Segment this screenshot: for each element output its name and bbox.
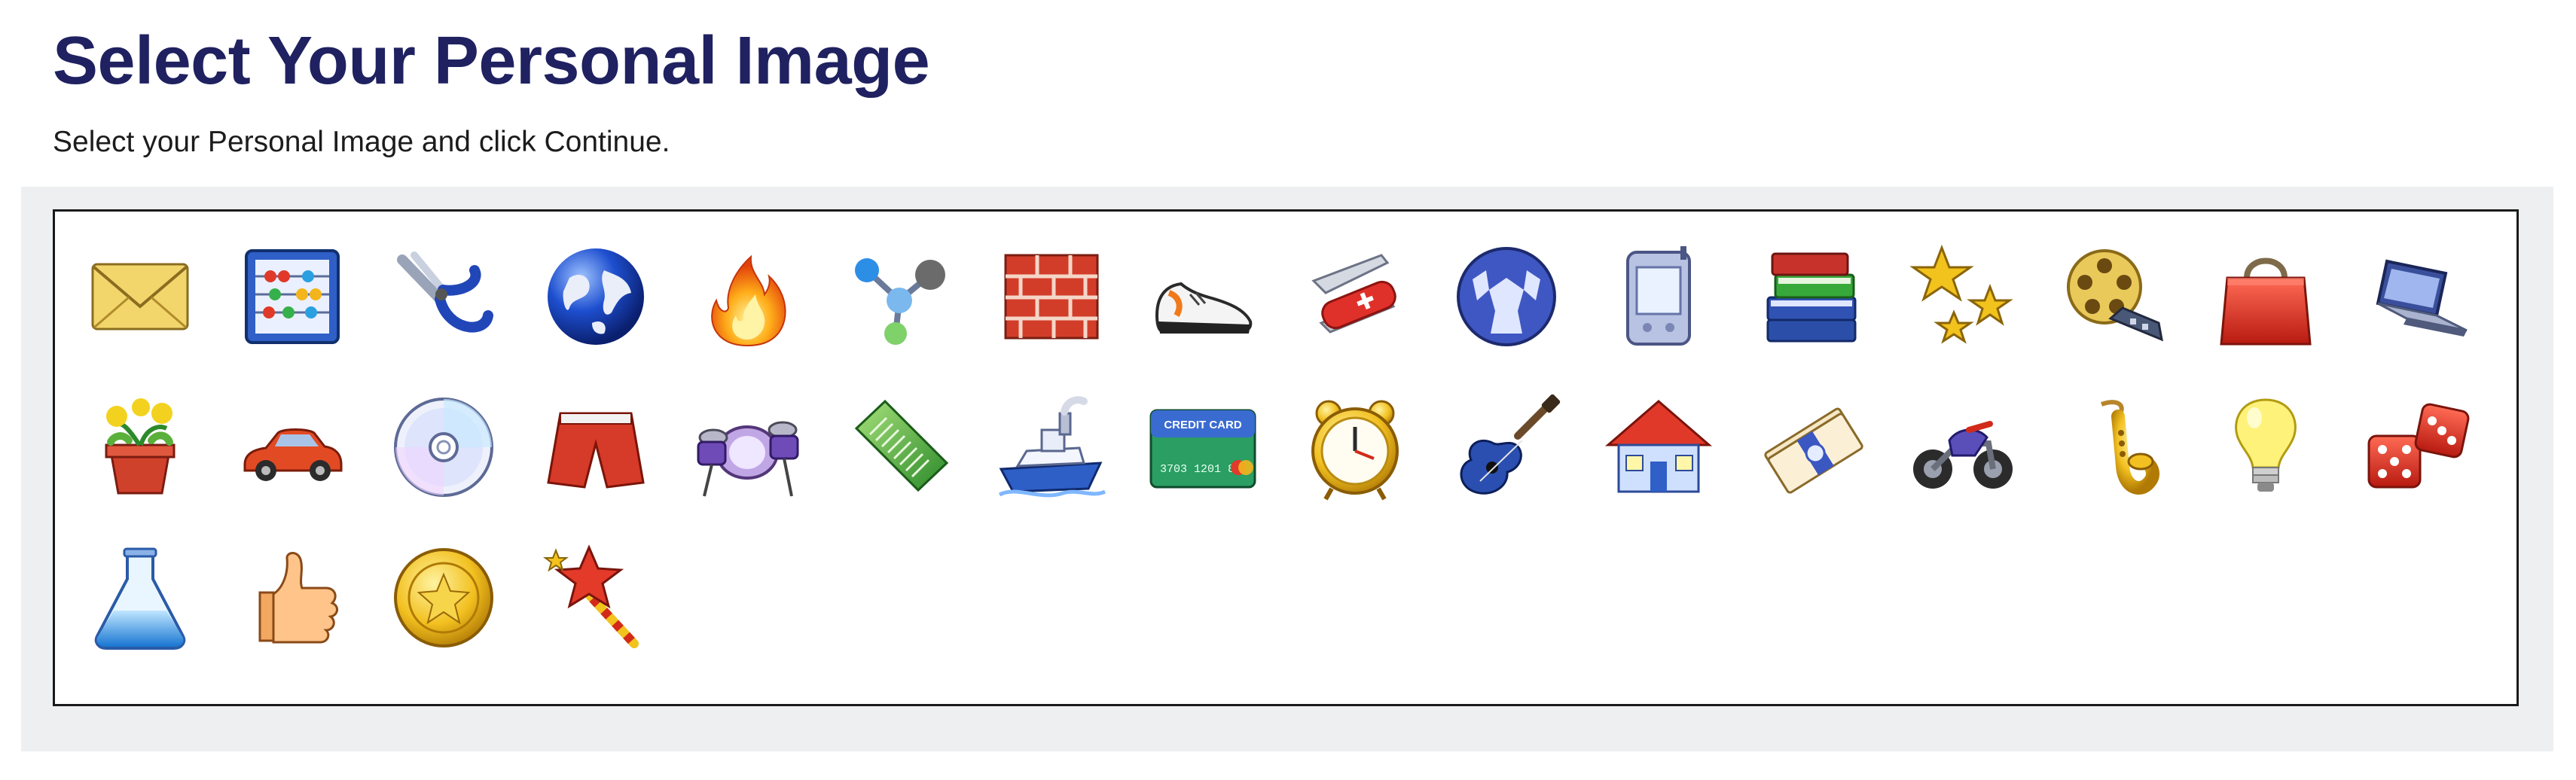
- personal-image-option-flower-pot[interactable]: [84, 391, 197, 504]
- personal-image-option-motorcycle[interactable]: [1906, 391, 2019, 504]
- instructions-text: Select your Personal Image and click Con…: [53, 126, 670, 158]
- personal-image-option-pliers[interactable]: [387, 240, 500, 353]
- house-icon: [1604, 400, 1713, 493]
- envelope-icon: [91, 263, 189, 331]
- personal-image-option-light-bulb[interactable]: [2209, 391, 2322, 504]
- globe-icon: [547, 248, 644, 345]
- personal-image-option-saxophone[interactable]: [2058, 391, 2171, 504]
- personal-image-option-books[interactable]: [1754, 240, 1867, 353]
- guitar-icon: [1460, 394, 1561, 495]
- personal-image-option-pocket-knife[interactable]: [1299, 240, 1412, 353]
- personal-image-option-thumbs-up[interactable]: [236, 541, 349, 654]
- personal-image-option-money[interactable]: [1754, 391, 1867, 504]
- abacus-icon: [244, 249, 340, 344]
- flower-pot-icon: [105, 398, 175, 495]
- dice-icon: [2367, 403, 2470, 489]
- credit-card-title-text: CREDIT CARD: [1164, 419, 1242, 431]
- personal-image-option-credit-card[interactable]: CREDIT CARD 3703 1201 8: [1146, 391, 1259, 504]
- thumbs-up-icon: [258, 552, 338, 644]
- light-bulb-icon: [2235, 398, 2297, 492]
- sneaker-icon: [1155, 282, 1253, 334]
- personal-image-option-drum-kit[interactable]: [691, 391, 804, 504]
- comb-icon: [854, 399, 949, 492]
- personal-image-grid: CREDIT CARD 3703 1201 8: [53, 209, 2519, 706]
- flask-icon: [94, 547, 186, 650]
- money-icon: [1764, 407, 1863, 494]
- film-reel-icon: [2066, 249, 2163, 342]
- personal-image-option-laptop[interactable]: [2361, 240, 2474, 353]
- credit-card-icon: CREDIT CARD 3703 1201 8: [1149, 409, 1256, 489]
- page-title: Select Your Personal Image: [53, 23, 930, 99]
- personal-image-option-gold-coin[interactable]: [387, 541, 500, 654]
- shorts-icon: [547, 412, 645, 489]
- ship-icon: [998, 396, 1106, 498]
- car-icon: [243, 428, 343, 481]
- pocket-knife-icon: [1311, 254, 1396, 334]
- personal-image-option-fire[interactable]: [691, 240, 804, 353]
- pda-icon: [1626, 246, 1691, 346]
- personal-image-option-alarm-clock[interactable]: [1299, 391, 1412, 504]
- personal-image-option-guitar[interactable]: [1450, 391, 1563, 504]
- personal-image-option-shopping-bag[interactable]: [2209, 240, 2322, 353]
- personal-image-option-film-reel[interactable]: [2058, 240, 2171, 353]
- magic-wand-icon: [542, 544, 639, 648]
- personal-image-option-globe[interactable]: [539, 240, 652, 353]
- personal-image-option-ship[interactable]: [995, 391, 1108, 504]
- personal-image-option-abacus[interactable]: [236, 240, 349, 353]
- laptop-icon: [2376, 259, 2468, 337]
- personal-image-option-magic-wand[interactable]: [539, 541, 652, 654]
- motorcycle-icon: [1913, 421, 2013, 489]
- personal-image-option-molecule[interactable]: [843, 240, 956, 353]
- shopping-bag-icon: [2220, 257, 2312, 346]
- molecule-icon: [855, 258, 945, 345]
- credit-card-number-text: 3703 1201 8: [1160, 463, 1235, 476]
- personal-image-option-house[interactable]: [1602, 391, 1715, 504]
- personal-image-option-car[interactable]: [236, 391, 349, 504]
- personal-image-option-dice[interactable]: [2361, 391, 2474, 504]
- stars-icon: [1909, 244, 2014, 344]
- soccer-ball-icon: [1457, 247, 1557, 346]
- personal-image-option-soccer-ball[interactable]: [1450, 240, 1563, 353]
- personal-image-option-comb[interactable]: [843, 391, 956, 504]
- books-icon: [1766, 252, 1857, 343]
- personal-image-option-sneaker[interactable]: [1146, 240, 1259, 353]
- personal-image-option-flask[interactable]: [84, 541, 197, 654]
- saxophone-icon: [2100, 400, 2159, 495]
- personal-image-option-cd[interactable]: [387, 391, 500, 504]
- personal-image-option-brick-wall[interactable]: [995, 240, 1108, 353]
- brick-wall-icon: [1004, 254, 1099, 340]
- personal-image-option-envelope[interactable]: [84, 240, 197, 353]
- drum-kit-icon: [697, 421, 799, 497]
- gold-coin-icon: [394, 548, 494, 647]
- pliers-icon: [397, 251, 494, 333]
- personal-image-option-stars[interactable]: [1906, 240, 2019, 353]
- cd-icon: [394, 398, 494, 497]
- fire-icon: [711, 254, 786, 347]
- personal-image-option-shorts[interactable]: [539, 391, 652, 504]
- personal-image-option-pda[interactable]: [1602, 240, 1715, 353]
- alarm-clock-icon: [1311, 400, 1399, 501]
